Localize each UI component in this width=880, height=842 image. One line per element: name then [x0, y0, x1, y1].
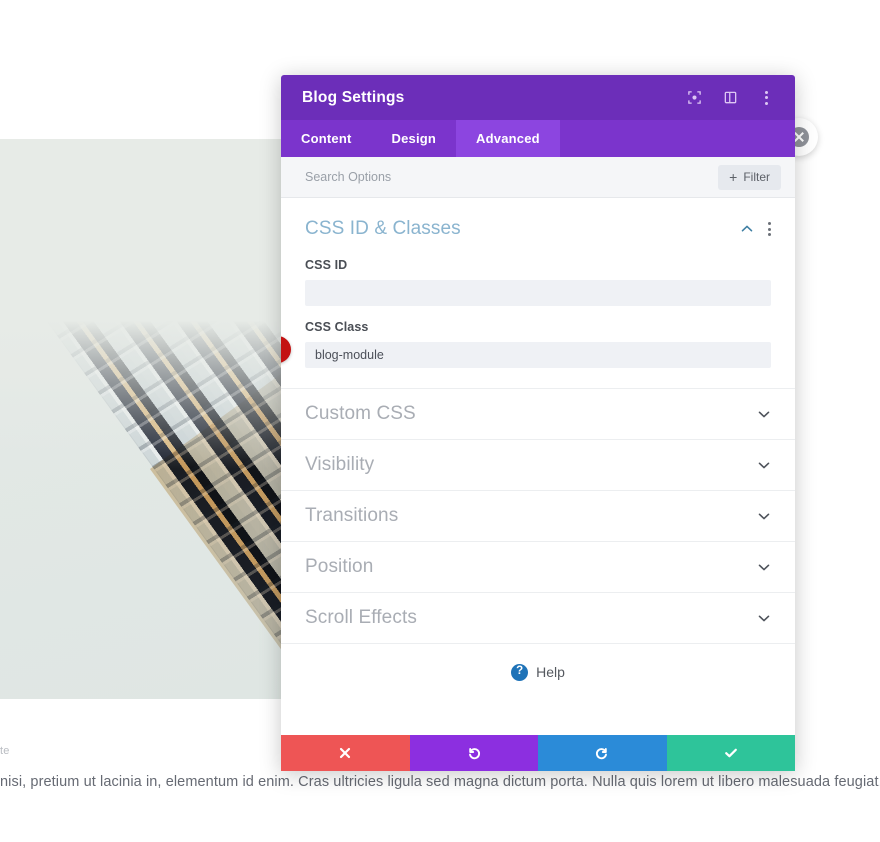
section-scroll-effects[interactable]: Scroll Effects — [281, 593, 795, 644]
modal-tabs: Content Design Advanced — [281, 120, 795, 157]
kebab-menu-icon[interactable] — [768, 222, 771, 236]
cancel-button[interactable] — [281, 735, 410, 771]
chevron-down-icon[interactable] — [757, 458, 771, 472]
css-id-label: CSS ID — [305, 258, 348, 272]
body-paragraph: nisi, pretium ut lacinia in, elementum i… — [0, 774, 880, 790]
titlebar-actions — [683, 87, 777, 109]
search-row: + Filter — [281, 157, 795, 198]
section-css-id-classes: CSS ID & Classes CSS ID CSS Class 1 — [281, 198, 795, 389]
chevron-down-icon[interactable] — [757, 611, 771, 625]
css-class-input[interactable] — [305, 342, 771, 368]
modal-title: Blog Settings — [302, 88, 405, 106]
close-x-icon — [338, 746, 352, 760]
layout-panel-icon[interactable] — [719, 87, 741, 109]
section-position[interactable]: Position — [281, 542, 795, 593]
tab-content[interactable]: Content — [281, 120, 372, 157]
css-class-field-wrapper: 1 — [281, 336, 771, 368]
section-label: Custom CSS — [305, 403, 416, 424]
section-label: Scroll Effects — [305, 607, 417, 628]
tab-design[interactable]: Design — [372, 120, 457, 157]
section-label: Transitions — [305, 505, 399, 526]
section-header-icons — [740, 222, 771, 236]
section-transitions[interactable]: Transitions — [281, 491, 795, 542]
redo-button[interactable] — [538, 735, 667, 771]
tab-advanced[interactable]: Advanced — [456, 120, 560, 157]
chevron-down-icon[interactable] — [757, 560, 771, 574]
section-label: Visibility — [305, 454, 375, 475]
undo-button[interactable] — [409, 735, 538, 771]
section-header[interactable]: CSS ID & Classes — [305, 214, 771, 244]
help-label: Help — [536, 664, 565, 680]
section-label: Position — [305, 556, 374, 577]
modal-titlebar: Blog Settings — [281, 75, 795, 120]
section-title: CSS ID & Classes — [305, 218, 461, 239]
plus-icon: + — [729, 169, 738, 185]
undo-arrow-icon — [466, 745, 482, 761]
step-badge: 1 — [281, 336, 291, 363]
chevron-up-icon[interactable] — [740, 222, 754, 236]
help-icon: ? — [511, 663, 529, 681]
filter-button[interactable]: + Filter — [718, 164, 781, 190]
search-input[interactable] — [305, 170, 719, 184]
save-button[interactable] — [666, 735, 795, 771]
check-icon — [723, 745, 739, 761]
help-row[interactable]: ? Help — [281, 644, 795, 700]
hero-image — [0, 139, 281, 699]
blog-settings-modal: Blog Settings Content Design Advanced Se… — [281, 75, 795, 771]
filter-button-label: Filter — [743, 170, 770, 184]
redo-arrow-icon — [594, 745, 610, 761]
section-visibility[interactable]: Visibility — [281, 440, 795, 491]
kebab-menu-icon[interactable] — [755, 87, 777, 109]
css-class-label: CSS Class — [305, 320, 369, 334]
chevron-down-icon[interactable] — [757, 407, 771, 421]
focus-target-icon[interactable] — [683, 87, 705, 109]
modal-body: CSS ID & Classes CSS ID CSS Class 1 — [281, 198, 795, 735]
modal-footer — [281, 735, 795, 771]
hero-sky-gradient — [0, 139, 281, 469]
section-custom-css[interactable]: Custom CSS — [281, 389, 795, 440]
caption-fragment: te — [0, 745, 10, 757]
css-id-input[interactable] — [305, 280, 771, 306]
chevron-down-icon[interactable] — [757, 509, 771, 523]
